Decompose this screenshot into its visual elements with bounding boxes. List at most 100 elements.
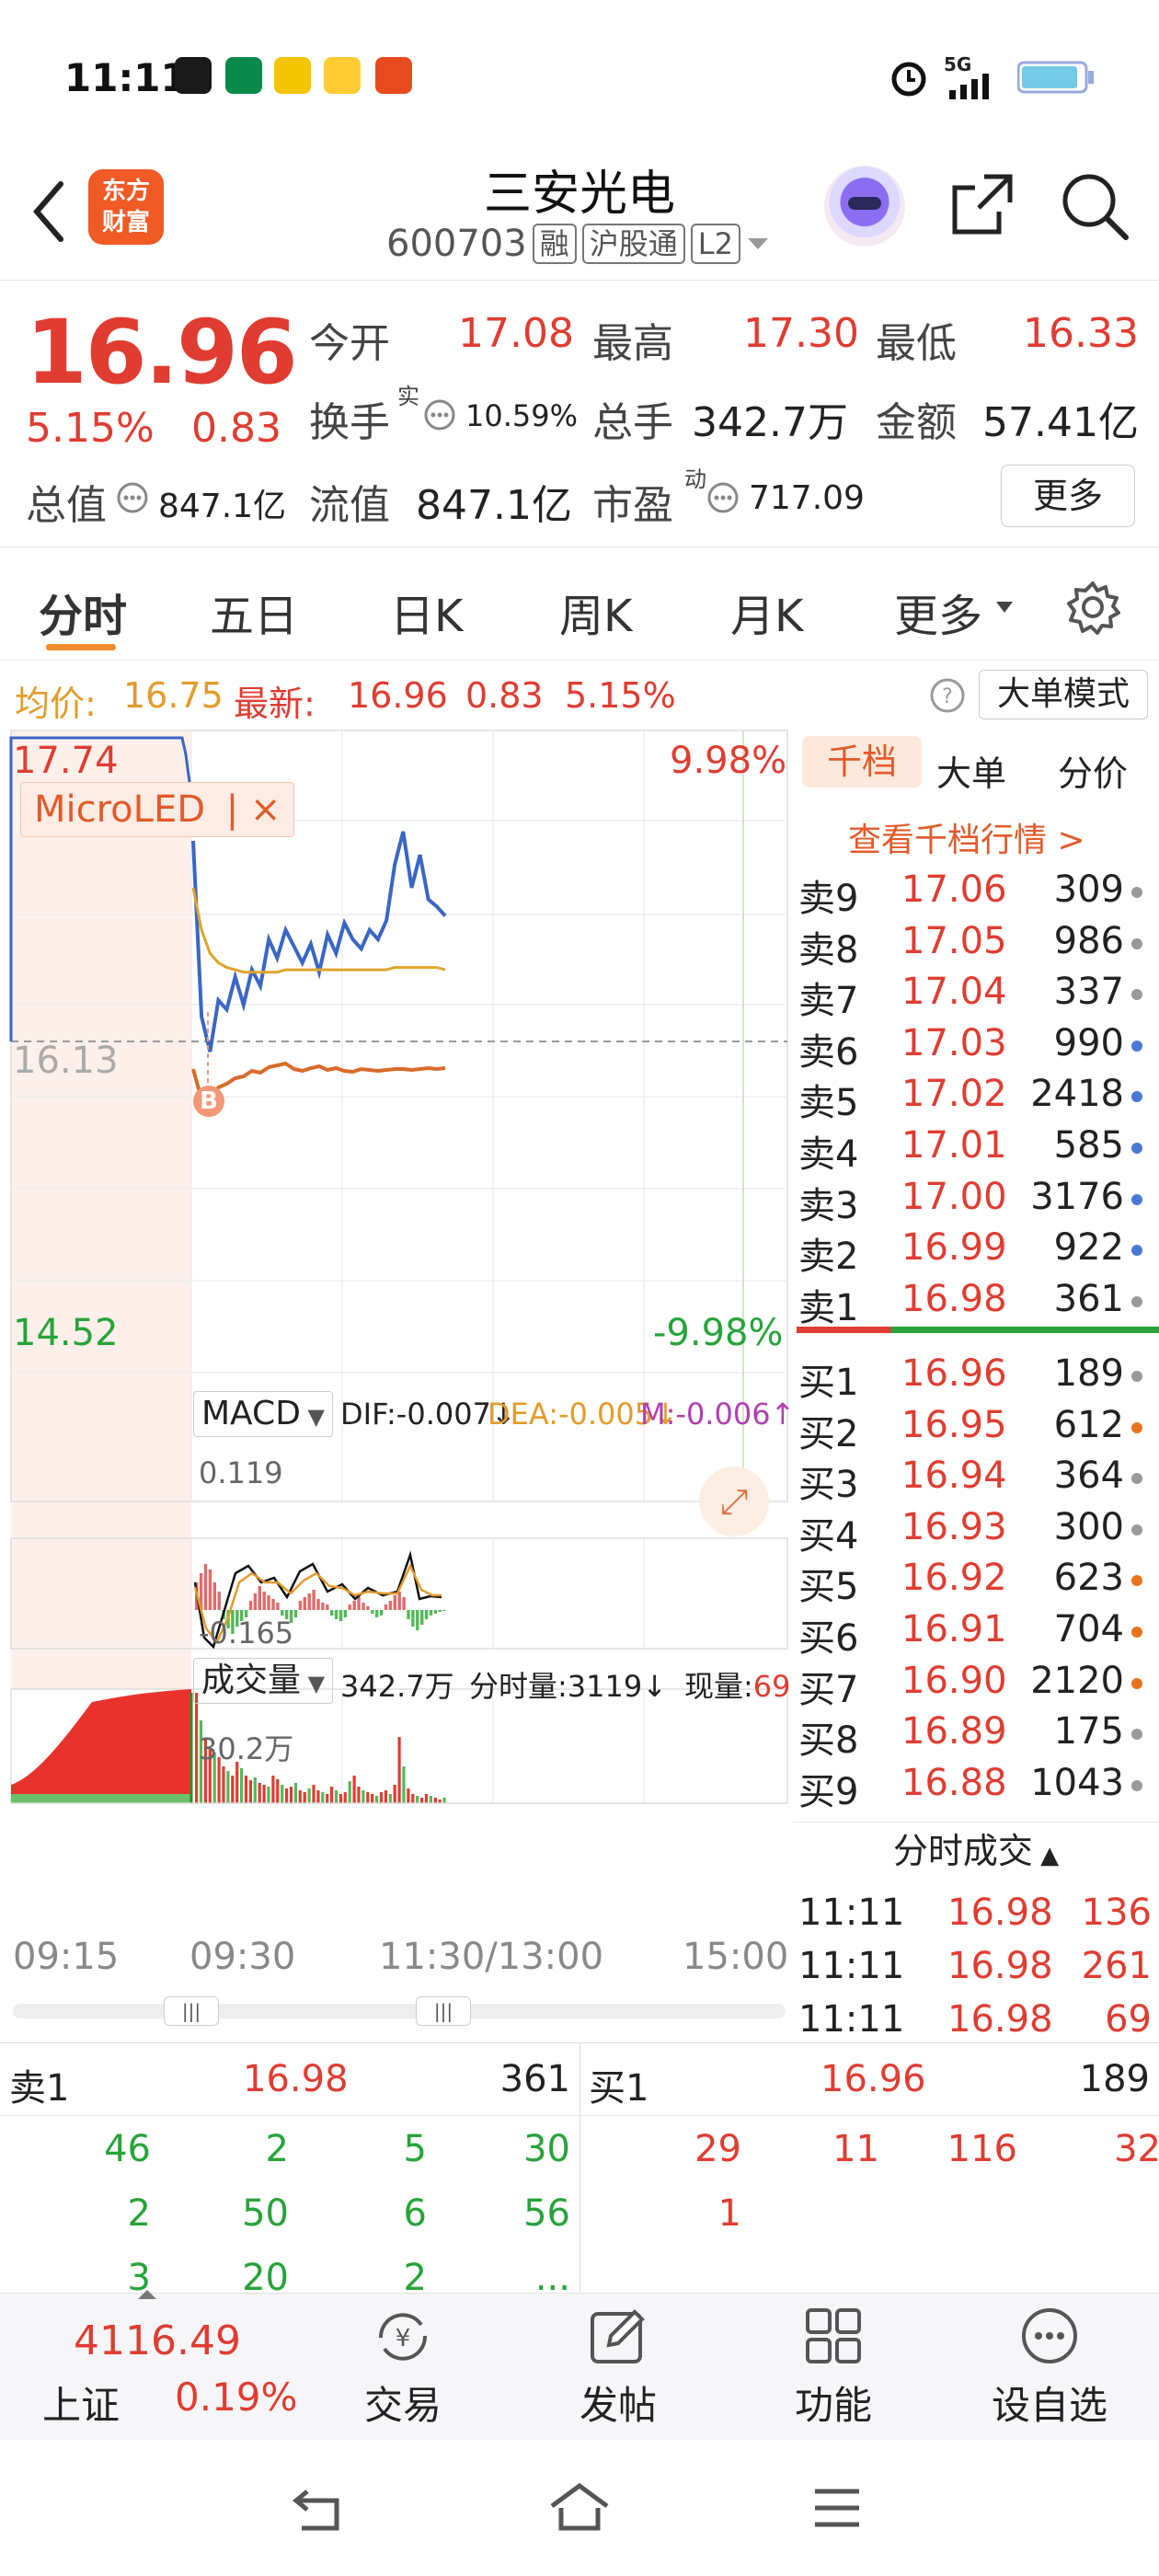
bid-price: 16.89 bbox=[901, 1710, 1007, 1754]
help-icon[interactable]: ? bbox=[929, 677, 966, 714]
book-tab-thousand[interactable]: 千档 bbox=[802, 736, 922, 788]
trader-dot-icon bbox=[1131, 1473, 1142, 1485]
macd-bar bbox=[429, 1610, 433, 1616]
macd-bar bbox=[411, 1610, 415, 1627]
back-nav-icon[interactable] bbox=[291, 2484, 350, 2536]
bid-volume: 175 bbox=[1053, 1710, 1124, 1754]
bid-row[interactable]: 买4 16.93 300 bbox=[793, 1502, 1159, 1558]
volume-bar bbox=[240, 1768, 244, 1803]
ask-row[interactable]: 卖7 17.04 337 bbox=[793, 967, 1159, 1022]
bid-row[interactable]: 买8 16.89 175 bbox=[793, 1707, 1159, 1762]
search-icon[interactable] bbox=[1058, 169, 1131, 243]
ask-row[interactable]: 卖1 16.98 361 bbox=[793, 1274, 1159, 1329]
concept-tag[interactable]: MicroLED | × bbox=[20, 782, 295, 837]
top-pct-label: 9.98% bbox=[670, 740, 787, 782]
tick-price: 16.98 bbox=[947, 1892, 1053, 1934]
dea-value: DEA:-0.005 bbox=[488, 1397, 654, 1432]
more-button[interactable]: 更多 bbox=[1001, 465, 1135, 527]
tab-weekly-k[interactable]: 周K bbox=[559, 580, 632, 644]
ask-row[interactable]: 卖2 16.99 922 bbox=[793, 1223, 1159, 1278]
queue-order-size: 2 bbox=[265, 2128, 289, 2170]
ask-row[interactable]: 卖4 17.01 585 bbox=[793, 1121, 1159, 1176]
menu-nav-icon[interactable] bbox=[811, 2482, 863, 2534]
position-line bbox=[191, 1061, 446, 1102]
tab-daily-k[interactable]: 日K bbox=[390, 580, 463, 644]
bid-row[interactable]: 买1 16.96 189 bbox=[793, 1349, 1159, 1404]
book-tab-bigorder[interactable]: 大单 bbox=[936, 745, 1006, 796]
bid-row[interactable]: 买9 16.88 1043 bbox=[793, 1758, 1159, 1813]
tab-more[interactable]: 更多 bbox=[894, 580, 982, 644]
volume-bar bbox=[326, 1794, 329, 1803]
macd-bar bbox=[339, 1610, 343, 1621]
robot-assistant-icon[interactable] bbox=[824, 166, 905, 247]
macd-selector[interactable]: MACD ▼ bbox=[193, 1391, 334, 1437]
range-slider[interactable] bbox=[13, 2004, 786, 2018]
ask-volume: 990 bbox=[1053, 1021, 1124, 1064]
macd-bar bbox=[312, 1590, 316, 1610]
bid-row[interactable]: 买2 16.95 612 bbox=[793, 1400, 1159, 1455]
nav-add-watchlist[interactable]: 设自选 bbox=[981, 2305, 1119, 2431]
stock-code-row[interactable]: 600703 融 沪股通 L2 bbox=[386, 223, 770, 265]
nav-post[interactable]: 发帖 bbox=[563, 2305, 673, 2431]
bid-row[interactable]: 买5 16.92 623 bbox=[793, 1553, 1159, 1608]
volume-bar bbox=[222, 1766, 225, 1803]
nav-trade[interactable]: ¥ 交易 bbox=[348, 2305, 458, 2431]
period-tabs: 分时 五日 日K 周K 月K 更多 bbox=[0, 552, 1159, 661]
view-thousand-link[interactable]: 查看千档行情 > bbox=[848, 813, 1085, 861]
quote-summary: 16.96 5.15% 0.83 今开 17.08 最高 17.30 最低 16… bbox=[0, 281, 1159, 547]
bid-price: 16.94 bbox=[901, 1455, 1007, 1498]
info-dots-icon[interactable] bbox=[706, 481, 740, 514]
macd-bar bbox=[420, 1610, 424, 1625]
more-dots-icon bbox=[1022, 2308, 1077, 2363]
tab-five-day[interactable]: 五日 bbox=[210, 580, 298, 644]
index-widget[interactable]: 4116.49 上证 0.19% bbox=[0, 2290, 304, 2441]
macd-bar bbox=[316, 1599, 320, 1610]
info-dots-icon[interactable] bbox=[116, 481, 149, 514]
home-nav-icon[interactable] bbox=[546, 2480, 613, 2536]
last-price: 16.96 bbox=[26, 301, 298, 404]
ask-volume: 922 bbox=[1053, 1226, 1124, 1270]
bid-row[interactable]: 买7 16.90 2120 bbox=[793, 1656, 1159, 1711]
volume-bar bbox=[393, 1785, 396, 1803]
tab-monthly-k[interactable]: 月K bbox=[730, 580, 803, 644]
macd-label: MACD bbox=[201, 1395, 301, 1432]
ticks-header[interactable]: 分时成交 ▲ bbox=[793, 1822, 1159, 1879]
ask-level-label: 卖7 bbox=[798, 980, 859, 1023]
ask-row[interactable]: 卖6 17.03 990 bbox=[793, 1018, 1159, 1074]
macd-bar bbox=[442, 1610, 446, 1611]
ask-row[interactable]: 卖9 17.06 309 bbox=[793, 865, 1159, 920]
bid-row[interactable]: 买6 16.91 704 bbox=[793, 1604, 1159, 1660]
info-dots-icon[interactable] bbox=[423, 398, 456, 431]
expand-icon[interactable]: ⤢ bbox=[699, 1466, 769, 1536]
range-handle-left[interactable]: ||| bbox=[164, 1996, 219, 2026]
macd-bar bbox=[393, 1595, 396, 1610]
big-order-mode-button[interactable]: 大单模式 bbox=[979, 670, 1148, 719]
macd-bar bbox=[438, 1610, 442, 1612]
range-handle-right[interactable]: ||| bbox=[416, 1996, 471, 2026]
book-tab-byprice[interactable]: 分价 bbox=[1058, 745, 1128, 796]
buy-marker[interactable]: B bbox=[193, 1086, 224, 1117]
ask-row[interactable]: 卖3 17.00 3176 bbox=[793, 1172, 1159, 1227]
ask-row[interactable]: 卖5 17.02 2418 bbox=[793, 1069, 1159, 1124]
bid-row[interactable]: 买3 16.94 364 bbox=[793, 1451, 1159, 1506]
time-label: 09:15 bbox=[13, 1936, 120, 1978]
volume-bar bbox=[321, 1792, 325, 1803]
nav-functions[interactable]: 功能 bbox=[778, 2305, 889, 2431]
bid-level-label: 买6 bbox=[798, 1617, 859, 1660]
ask-row[interactable]: 卖8 17.05 986 bbox=[793, 916, 1159, 972]
macd-bar bbox=[384, 1604, 388, 1610]
ticks-title: 分时成交 bbox=[892, 1831, 1033, 1871]
gear-icon[interactable] bbox=[1063, 578, 1122, 637]
trade-icon: ¥ bbox=[378, 2313, 428, 2361]
trader-dot-icon bbox=[1131, 1245, 1142, 1257]
close-icon[interactable]: | × bbox=[226, 788, 281, 831]
ask-price: 17.04 bbox=[901, 971, 1007, 1014]
volume-selector[interactable]: 成交量 ▼ bbox=[193, 1658, 334, 1704]
margin-tag: 融 bbox=[532, 224, 577, 264]
open-label: 今开 bbox=[309, 320, 390, 367]
macd-bar bbox=[433, 1610, 438, 1614]
tab-intraday[interactable]: 分时 bbox=[39, 580, 127, 644]
intraday-chart[interactable]: 17.74 9.98% 16.13 14.52 -9.98% MicroLED … bbox=[0, 727, 795, 2033]
share-icon[interactable] bbox=[947, 169, 1017, 239]
macd-bar bbox=[253, 1593, 258, 1610]
